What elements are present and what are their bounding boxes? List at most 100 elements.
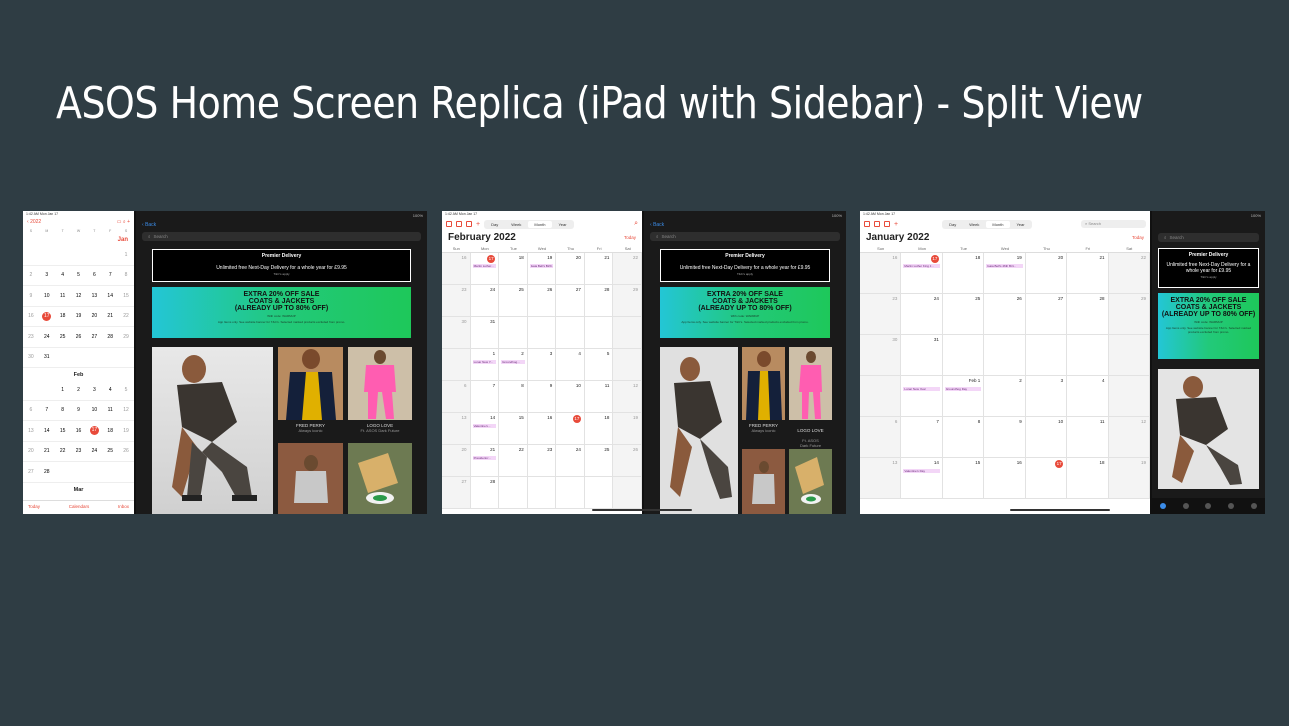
search-input[interactable]: ⌕ Search — [650, 232, 840, 241]
calendar-event[interactable]: Valentine's Day — [903, 469, 940, 473]
day-cell[interactable]: 10 — [1025, 417, 1068, 458]
day-cell[interactable]: 6 — [860, 417, 902, 458]
calendar-event[interactable]: Martin Luther... — [472, 264, 497, 268]
mini-day[interactable]: 8 — [55, 407, 71, 413]
mini-day[interactable]: 17 — [86, 426, 102, 436]
day-cell[interactable] — [1067, 335, 1109, 376]
product-image-3[interactable] — [278, 443, 343, 514]
day-cell[interactable] — [860, 376, 902, 417]
mini-day[interactable]: 6 — [23, 407, 39, 413]
day-cell[interactable]: 16 — [860, 253, 902, 294]
mini-day[interactable]: 6 — [86, 272, 102, 278]
inbox-button[interactable]: Inbox — [118, 504, 129, 511]
bag-tab-icon[interactable] — [1205, 503, 1212, 509]
day-cell[interactable]: 19 Isaia Bell's 46th Birt... — [984, 253, 1026, 294]
day-cell[interactable]: 12 — [1108, 417, 1150, 458]
day-cell[interactable]: 18 — [584, 413, 614, 445]
day-cell[interactable]: 23 — [527, 445, 557, 477]
premier-delivery-banner[interactable]: Premier Delivery Unlimited free Next-Day… — [152, 249, 411, 282]
mini-day[interactable]: 12 — [118, 407, 134, 413]
today-button[interactable]: Today — [28, 504, 40, 511]
fred-perry-image[interactable] — [742, 347, 785, 420]
day-cell[interactable]: 26 — [613, 445, 642, 477]
mini-day[interactable]: 21 — [102, 313, 118, 319]
day-cell[interactable]: 20 — [1025, 253, 1068, 294]
day-cell[interactable] — [584, 317, 614, 349]
back-year-button[interactable]: ‹ 2022 — [27, 219, 41, 225]
day-cell[interactable] — [442, 349, 471, 381]
day-cell[interactable] — [584, 477, 614, 509]
mini-day[interactable]: 4 — [55, 272, 71, 278]
mini-day[interactable]: 27 — [86, 334, 102, 340]
mini-day[interactable]: 29 — [118, 334, 134, 340]
day-cell[interactable]: 9 — [984, 417, 1026, 458]
day-cell[interactable]: 20 — [442, 445, 471, 477]
day-cell[interactable]: 29 — [1108, 294, 1150, 335]
premier-delivery-banner[interactable]: Premier Delivery Unlimited free Next-Day… — [1158, 248, 1259, 288]
day-cell[interactable]: 28 — [470, 477, 500, 509]
day-cell[interactable] — [1108, 376, 1150, 417]
search-input[interactable]: ⌕ Search — [1081, 220, 1146, 228]
mini-day[interactable]: 15 — [55, 428, 71, 434]
back-button[interactable]: ‹ Back — [136, 221, 427, 230]
day-cell[interactable]: 31 — [470, 317, 500, 349]
day-cell[interactable]: 17 Martin Luther... — [470, 253, 500, 285]
mini-day[interactable]: 25 — [102, 448, 118, 454]
day-cell[interactable]: 2 — [984, 376, 1026, 417]
day-cell[interactable]: 25 — [584, 445, 614, 477]
mini-day[interactable]: 13 — [86, 293, 102, 299]
calendars-button[interactable]: Calendars — [69, 504, 90, 511]
search-input[interactable]: ⌕ Search — [1158, 233, 1259, 242]
calendar-event[interactable]: Lunar New Year — [903, 387, 940, 391]
day-cell[interactable]: 22 — [1108, 253, 1150, 294]
mini-day[interactable]: 1 — [118, 252, 134, 258]
logo-love-image[interactable] — [348, 347, 412, 420]
mini-day[interactable]: 4 — [102, 387, 118, 393]
add-icon[interactable]: + — [476, 221, 480, 228]
day-cell[interactable]: 18 — [1067, 458, 1109, 499]
hero-model-image[interactable] — [152, 347, 273, 514]
day-cell[interactable]: 17 — [1025, 458, 1068, 499]
day-cell[interactable]: 21 — [584, 253, 614, 285]
mini-day[interactable]: 10 — [39, 293, 55, 299]
mini-day[interactable]: 24 — [39, 334, 55, 340]
day-cell[interactable] — [613, 317, 642, 349]
product-image-4[interactable] — [789, 449, 832, 514]
day-cell[interactable] — [556, 477, 585, 509]
day-cell[interactable]: 13 — [860, 458, 902, 499]
back-button[interactable]: ‹ Back — [644, 221, 846, 230]
account-tab-icon[interactable] — [1250, 503, 1257, 509]
view-month[interactable]: Month — [986, 220, 1010, 228]
mini-day[interactable]: 19 — [71, 313, 87, 319]
day-cell[interactable]: 27 — [556, 285, 585, 317]
home-indicator[interactable] — [592, 509, 692, 511]
product-image-3[interactable] — [742, 449, 785, 514]
calendar-event[interactable]: Groundhog... — [501, 360, 525, 364]
day-cell[interactable]: 1 Lunar New Y... — [470, 349, 500, 381]
mini-day[interactable]: 2 — [23, 272, 39, 278]
day-cell[interactable]: 30 — [442, 317, 471, 349]
day-cell[interactable]: 25 — [499, 285, 528, 317]
day-cell[interactable]: 27 — [1025, 294, 1068, 335]
home-tab-icon[interactable] — [1160, 503, 1167, 509]
day-cell[interactable]: 15 — [499, 413, 528, 445]
mini-day[interactable]: 9 — [23, 293, 39, 299]
inbox-icon[interactable] — [874, 221, 880, 227]
mini-day[interactable]: 7 — [102, 272, 118, 278]
sale-banner[interactable]: EXTRA 20% OFF SALE COATS & JACKETS (ALRE… — [660, 287, 830, 338]
sale-banner[interactable]: EXTRA 20% OFF SALE COATS & JACKETS (ALRE… — [1158, 293, 1259, 359]
calendar-event[interactable]: Presidents'... — [472, 456, 497, 460]
view-year[interactable]: Year — [553, 221, 573, 228]
day-cell[interactable]: 26 — [984, 294, 1026, 335]
mini-day[interactable]: 26 — [118, 448, 134, 454]
day-cell[interactable]: 24 — [470, 285, 500, 317]
mini-day[interactable]: 10 — [86, 407, 102, 413]
day-cell[interactable]: 24 — [556, 445, 585, 477]
mini-day[interactable]: 5 — [71, 272, 87, 278]
view-week[interactable]: Week — [505, 221, 527, 228]
day-cell[interactable]: 5 — [584, 349, 614, 381]
day-cell[interactable] — [1108, 335, 1150, 376]
day-cell[interactable]: Feb 1 Groundhog Day — [942, 376, 985, 417]
day-cell[interactable]: 8 — [499, 381, 528, 413]
search-icon[interactable]: ⌕ — [634, 220, 638, 228]
